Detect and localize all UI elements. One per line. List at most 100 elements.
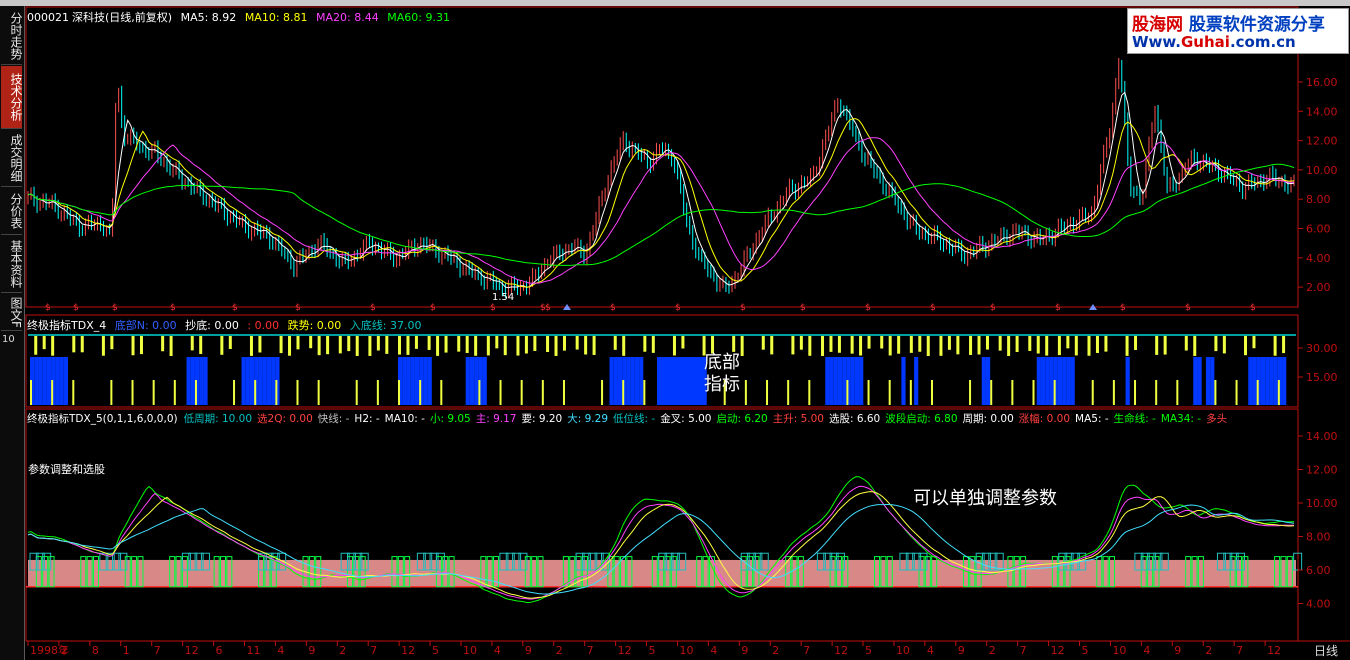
ind1-yellow-tick <box>1134 380 1137 405</box>
time-label: 4 <box>927 644 934 657</box>
ind1-blue-bar <box>1282 357 1287 405</box>
ind1-yellow-bar <box>1193 336 1197 356</box>
price-axis-label: 10.00 <box>1306 164 1338 177</box>
ind1-blue-bar <box>1049 357 1054 405</box>
bottom-indicator-annotation: 底部 指标 <box>704 352 740 396</box>
ind1-yellow-bar <box>837 336 841 353</box>
indicator2-name: 终极指标TDX_5(0,1,1,6,0,0,0) <box>27 413 178 425</box>
ind1-yellow-tick <box>355 380 358 405</box>
ind2-low-line: 低位线: - <box>613 413 656 425</box>
time-label: 5 <box>432 644 439 657</box>
time-label: 2 <box>61 644 68 657</box>
ind2-bull: 多头 <box>1206 413 1228 425</box>
ind2-large: 大: 9.29 <box>567 413 609 425</box>
ind1-yellow-bar <box>859 336 863 356</box>
ind1-yellow-tick <box>867 380 870 405</box>
ind1-blue-bar <box>203 357 208 405</box>
ind1-blue-bar <box>854 357 860 405</box>
ind1-yellow-tick <box>173 380 176 405</box>
logo-url: Www.Guhai.com.cn <box>1132 33 1296 51</box>
ind1-yellow-bar <box>888 336 892 356</box>
ind1-yellow-bar <box>524 336 528 354</box>
ind1-yellow-tick <box>541 380 544 405</box>
time-label: 10 <box>679 644 693 657</box>
ind1-yellow-bar <box>101 336 105 356</box>
ind1-yellow-tick <box>1214 380 1217 405</box>
logo-url-prefix: Www. <box>1132 33 1181 51</box>
ind1-blue-bar <box>1265 357 1270 405</box>
ind1-yellow-tick <box>601 380 604 405</box>
ind1-blue-bar <box>639 357 644 405</box>
ind2-golden-cross: 金叉: 5.00 <box>660 413 712 425</box>
annotation-line-1: 底部 <box>704 352 740 373</box>
ind1-yellow-bar <box>249 336 253 356</box>
ind1-axis-label: 15.00 <box>1306 371 1338 384</box>
ind1-blue-bar <box>914 357 919 405</box>
ind1-blank: : 0.00 <box>247 319 280 332</box>
ind1-blue-bar <box>1125 357 1130 405</box>
time-label: 8 <box>92 644 99 657</box>
ind1-blue-bar <box>59 357 64 405</box>
ind1-yellow-tick <box>1053 380 1056 405</box>
ind1-yellow-bar <box>867 336 871 349</box>
ind1-yellow-bar <box>72 336 76 353</box>
price-axis-label: 16.00 <box>1306 76 1338 89</box>
ind1-yellow-tick <box>787 380 790 405</box>
buy-signal-marker: $ <box>675 303 681 313</box>
ind1-blue-bar <box>482 357 487 405</box>
time-label: 2 <box>1205 644 1212 657</box>
period-label[interactable]: 日线 <box>1302 642 1350 659</box>
ind1-yellow-bar <box>427 336 431 350</box>
ind2-axis-label: 10.00 <box>1306 497 1338 510</box>
ind1-yellow-tick <box>440 380 443 405</box>
price-panel[interactable]: $ $ $ $ $ $ $ $ $ $ $ $ $ $ $ $ $ $ $ $ $ $ <box>27 57 1295 313</box>
ind1-yellow-bar <box>279 336 283 354</box>
annotation-line-2: 指标 <box>704 374 740 395</box>
time-label: 9 <box>741 644 748 657</box>
ind1-yellow-tick <box>562 380 565 405</box>
ind1-blue-bar <box>1269 357 1274 405</box>
ind1-blue-bar <box>271 357 276 405</box>
ind2-axis-label: 8.00 <box>1306 531 1331 544</box>
ind1-yellow-tick <box>275 380 278 405</box>
buy-signal-marker: $ <box>73 303 79 313</box>
ind1-yellow-bar <box>406 336 410 355</box>
ind1-yellow-tick <box>499 380 502 405</box>
ind1-blue-bar <box>850 357 855 405</box>
ind1-yellow-bar <box>1273 336 1277 356</box>
price-axis-label: 14.00 <box>1306 105 1338 118</box>
ind1-blue-bar <box>1210 357 1215 405</box>
price-axis-label: 4.00 <box>1306 252 1331 265</box>
ind1-yellow-tick <box>376 380 379 405</box>
time-label: 4 <box>277 644 284 657</box>
ind1-yellow-tick <box>1091 380 1094 405</box>
time-label: 9 <box>525 644 532 657</box>
ind2-ma34: MA34: - <box>1160 413 1202 425</box>
ind1-yellow-bar <box>613 336 617 350</box>
ind1-yellow-bar <box>309 336 313 349</box>
ind2-h2: H2: - <box>354 413 380 425</box>
ind1-yellow-bar <box>199 336 203 354</box>
ind1-yellow-bar <box>288 336 292 356</box>
ind1-yellow-tick <box>296 380 299 405</box>
ind1-blue-bar <box>427 357 432 405</box>
indicator2-panel[interactable] <box>26 476 1303 603</box>
time-label: 5 <box>649 644 656 657</box>
buy-signal-marker: $ <box>170 303 176 313</box>
ind1-yellow-tick <box>131 380 134 405</box>
ind2-ma5: MA5: - <box>1075 413 1109 425</box>
time-label: 5 <box>865 644 872 657</box>
ind1-yellow-bar <box>161 336 165 352</box>
ind1-yellow-bar <box>977 336 981 355</box>
ind1-blue-bar <box>1057 357 1063 405</box>
ind1-blue-bar <box>55 357 60 405</box>
ind1-blue-bar <box>402 357 407 405</box>
ind1-yellow-tick <box>1256 380 1259 405</box>
logo-site-name: 股海网 <box>1132 15 1183 35</box>
ind1-blue-bar <box>465 357 470 405</box>
ind1-blue-bar <box>837 357 843 405</box>
indicator1-panel[interactable] <box>28 334 1296 405</box>
ma60-value: MA60: 9.31 <box>387 11 450 24</box>
ind1-yellow-bar <box>651 336 655 353</box>
ind1-blue-bar <box>630 357 635 405</box>
